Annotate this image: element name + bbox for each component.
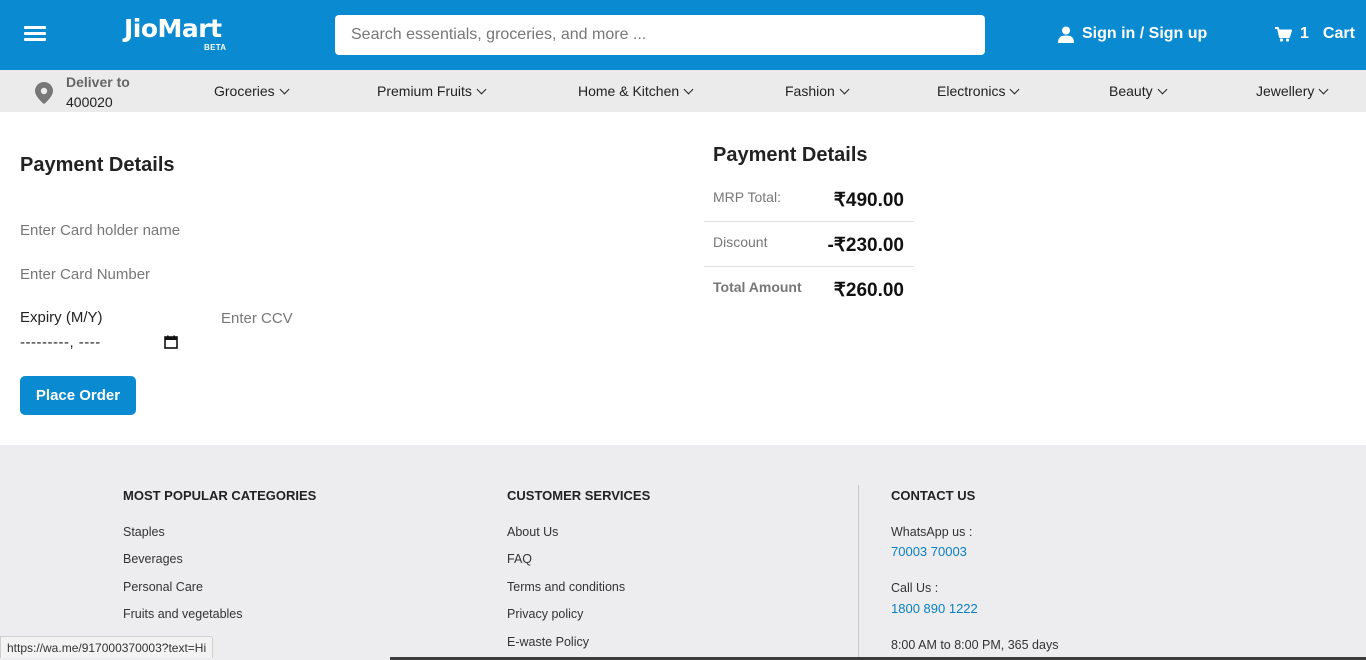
footer-divider [858, 485, 859, 660]
place-order-button[interactable]: Place Order [20, 376, 136, 415]
category-nav: Deliver to 400020 Groceries Premium Frui… [0, 70, 1366, 112]
nav-beauty[interactable]: Beauty [1109, 83, 1168, 99]
card-number-input[interactable] [20, 263, 320, 285]
cart-count: 1 [1300, 25, 1309, 42]
footer-link[interactable]: About Us [507, 525, 558, 539]
sign-in-label: Sign in / Sign up [1082, 25, 1208, 42]
call-number-link[interactable]: 1800 890 1222 [891, 601, 978, 616]
nav-fashion[interactable]: Fashion [785, 83, 850, 99]
footer-link[interactable]: Personal Care [123, 580, 203, 594]
call-label: Call Us : [891, 581, 939, 595]
search-input[interactable] [335, 15, 985, 55]
footer-popular-title: MOST POPULAR CATEGORIES [123, 488, 317, 503]
footer-link[interactable]: E-waste Policy [507, 635, 589, 649]
nav-label: Electronics [937, 83, 1006, 99]
link-status-bar: https://wa.me/917000370003?text=Hi [0, 636, 214, 658]
delivery-pincode[interactable]: 400020 [66, 94, 113, 110]
chevron-down-icon [683, 84, 694, 94]
whatsapp-number-link[interactable]: 70003 70003 [891, 544, 967, 559]
summary-label: Discount [713, 234, 768, 250]
menu-icon[interactable] [24, 26, 46, 44]
nav-label: Premium Fruits [377, 83, 472, 99]
cart-label: Cart [1322, 25, 1355, 42]
top-header: JioMart BETA Sign in / Sign up 1 Cart [0, 0, 1366, 70]
chevron-down-icon [839, 84, 850, 94]
chevron-down-icon [1157, 84, 1168, 94]
chevron-down-icon [279, 84, 290, 94]
nav-label: Home & Kitchen [578, 83, 680, 99]
cart-icon [1275, 26, 1292, 42]
payment-form-title: Payment Details [20, 154, 175, 176]
beta-badge: BETA [204, 43, 227, 52]
sign-in-button[interactable]: Sign in / Sign up [1058, 25, 1207, 43]
location-pin-icon[interactable] [35, 82, 53, 104]
footer-link[interactable]: Privacy policy [507, 607, 583, 621]
footer-link[interactable]: FAQ [507, 552, 532, 566]
summary-value: ₹260.00 [833, 280, 904, 301]
expiry-date-input[interactable]: ---------, ---- [20, 334, 101, 351]
deliver-to-label: Deliver to [66, 74, 130, 90]
expiry-label: Expiry (M/Y) [20, 309, 103, 326]
nav-electronics[interactable]: Electronics [937, 83, 1020, 99]
user-icon [1058, 26, 1074, 43]
cart-button[interactable]: 1 Cart [1275, 25, 1355, 43]
nav-label: Groceries [214, 83, 275, 99]
calendar-icon[interactable] [164, 335, 178, 349]
nav-label: Beauty [1109, 83, 1153, 99]
summary-value: -₹230.00 [827, 235, 904, 256]
footer-services-title: CUSTOMER SERVICES [507, 488, 651, 503]
jiomart-logo[interactable]: JioMart [124, 14, 222, 43]
summary-row-total: Total Amount ₹260.00 [704, 267, 914, 312]
chevron-down-icon [1318, 84, 1329, 94]
ccv-input[interactable] [221, 307, 381, 329]
chevron-down-icon [476, 84, 487, 94]
footer-link[interactable]: Staples [123, 525, 165, 539]
chevron-down-icon [1010, 84, 1020, 94]
footer: MOST POPULAR CATEGORIES Staples Beverage… [0, 445, 1366, 660]
summary-label: Total Amount [713, 279, 802, 295]
summary-label: MRP Total: [713, 189, 781, 205]
nav-groceries[interactable]: Groceries [214, 83, 290, 99]
summary-row-discount: Discount -₹230.00 [704, 222, 914, 267]
whatsapp-label: WhatsApp us : [891, 525, 973, 539]
nav-label: Jewellery [1256, 83, 1315, 99]
footer-link[interactable]: Beverages [123, 552, 183, 566]
nav-premium-fruits[interactable]: Premium Fruits [377, 83, 487, 99]
footer-link[interactable]: Terms and conditions [507, 580, 625, 594]
summary-value: ₹490.00 [833, 190, 904, 211]
footer-link[interactable]: Fruits and vegetables [123, 607, 243, 621]
nav-home-kitchen[interactable]: Home & Kitchen [578, 83, 694, 99]
nav-jewellery[interactable]: Jewellery [1256, 83, 1329, 99]
summary-row-mrp: MRP Total: ₹490.00 [704, 177, 914, 222]
nav-label: Fashion [785, 83, 835, 99]
footer-contact-title: CONTACT US [891, 488, 976, 503]
contact-hours: 8:00 AM to 8:00 PM, 365 days [891, 638, 1059, 652]
card-holder-input[interactable] [20, 219, 320, 241]
summary-title: Payment Details [713, 144, 868, 166]
